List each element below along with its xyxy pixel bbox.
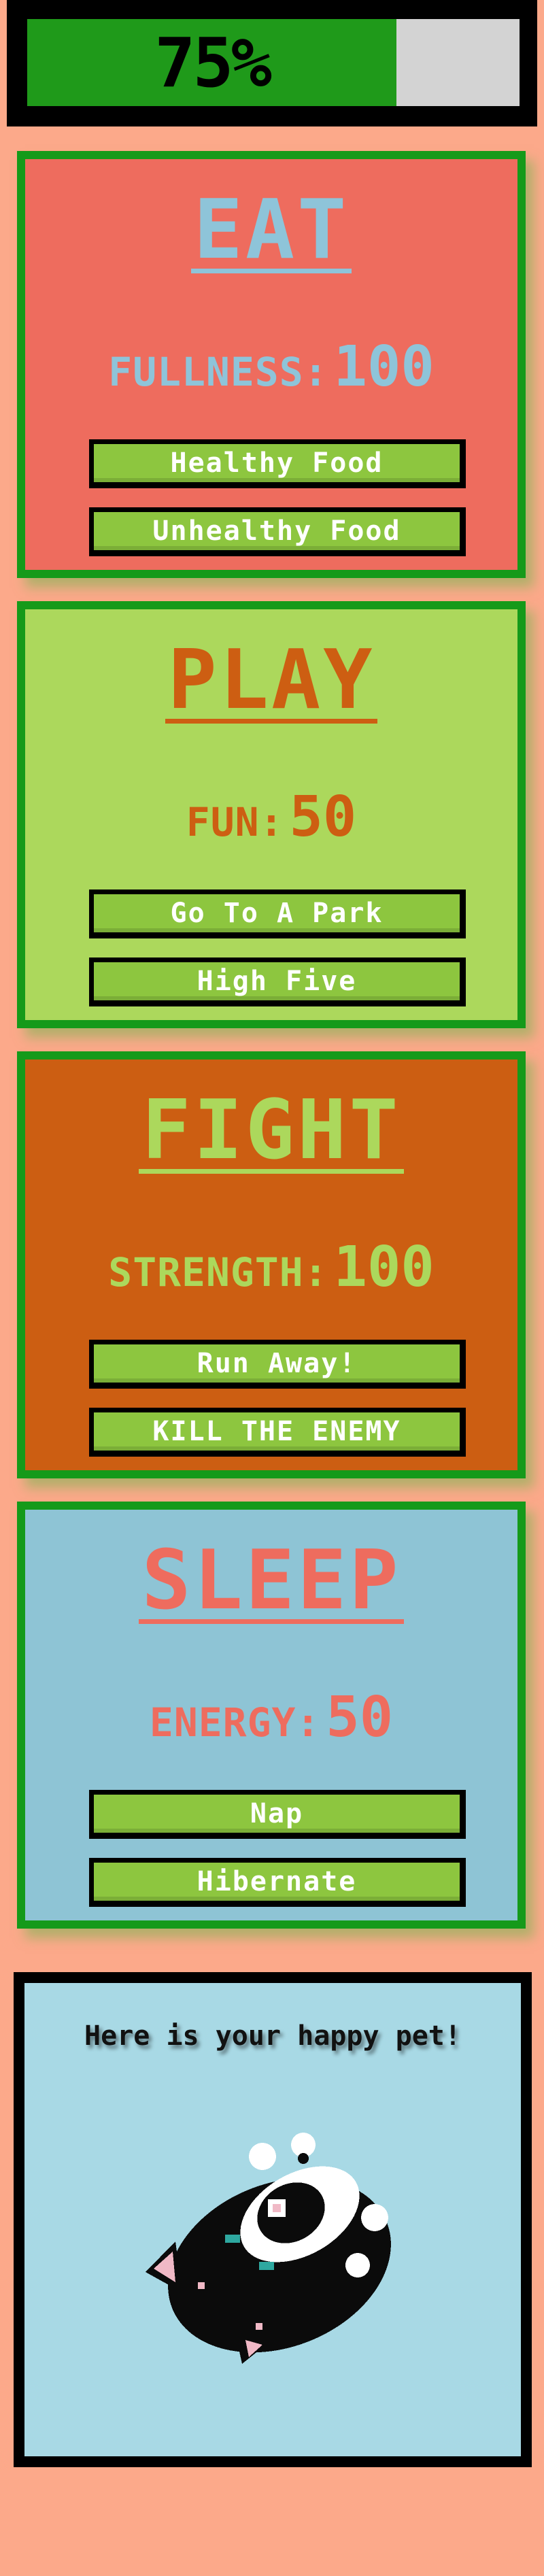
high-five-button[interactable]: High Five: [89, 957, 466, 1006]
run-away-button[interactable]: Run Away!: [89, 1340, 466, 1389]
progress-track: 75%: [27, 19, 520, 106]
eat-title: EAT: [25, 186, 517, 275]
happiness-progress-bar: 75%: [7, 0, 537, 126]
nap-button[interactable]: Nap: [89, 1790, 466, 1839]
sleep-title: SLEEP: [25, 1537, 517, 1625]
hibernate-button[interactable]: Hibernate: [89, 1858, 466, 1907]
kill-the-enemy-button[interactable]: KILL THE ENEMY: [89, 1408, 466, 1457]
eat-card: EAT FULLNESS: 100 Healthy Food Unhealthy…: [17, 151, 526, 578]
go-to-park-button[interactable]: Go To A Park: [89, 889, 466, 938]
fullness-stat: FULLNESS: 100: [25, 335, 517, 399]
energy-label: ENERGY:: [149, 1699, 321, 1746]
play-title: PLAY: [25, 637, 517, 725]
fight-card: FIGHT STRENGTH: 100 Run Away! KILL THE E…: [17, 1051, 526, 1478]
sleep-card: SLEEP ENERGY: 50 Nap Hibernate: [17, 1502, 526, 1929]
pet-caption: Here is your happy pet!: [84, 2020, 461, 2052]
strength-label: STRENGTH:: [108, 1249, 328, 1295]
fullness-value: 100: [333, 335, 435, 399]
fun-stat: FUN: 50: [25, 785, 517, 849]
energy-stat: ENERGY: 50: [25, 1685, 517, 1750]
play-card: PLAY FUN: 50 Go To A Park High Five: [17, 601, 526, 1028]
pet-panel: Here is your happy pet!: [14, 1972, 532, 2467]
fight-title: FIGHT: [25, 1087, 517, 1175]
healthy-food-button[interactable]: Healthy Food: [89, 439, 466, 488]
energy-value: 50: [326, 1685, 394, 1750]
fun-label: FUN:: [186, 799, 284, 845]
strength-value: 100: [333, 1235, 435, 1300]
unhealthy-food-button[interactable]: Unhealthy Food: [89, 507, 466, 556]
progress-label: 75%: [154, 22, 272, 103]
strength-stat: STRENGTH: 100: [25, 1235, 517, 1300]
pixel-cat-icon: [146, 2133, 391, 2364]
fullness-label: FULLNESS:: [108, 349, 328, 395]
fun-value: 50: [289, 785, 357, 849]
